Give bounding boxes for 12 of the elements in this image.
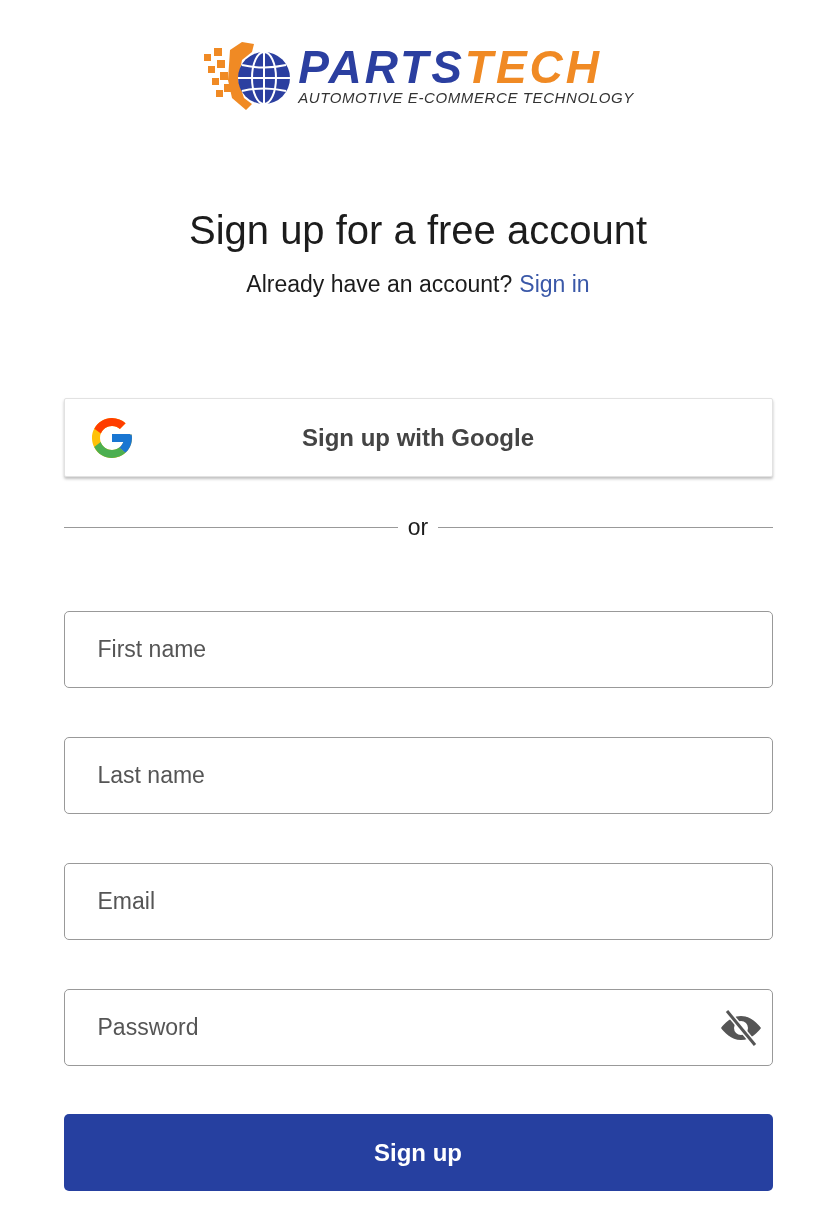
signup-button[interactable]: Sign up xyxy=(63,1114,773,1191)
divider-label: or xyxy=(407,513,429,541)
input-field[interactable]: Email xyxy=(63,863,773,940)
input-field[interactable]: First name xyxy=(63,611,773,688)
password-field[interactable]: Password xyxy=(63,989,773,1066)
page-heading: Sign up for a free account xyxy=(187,207,649,254)
globe-gear-icon xyxy=(202,40,293,112)
input-field[interactable]: Last name xyxy=(63,737,773,814)
signin-prompt: Already have an account? xyxy=(246,270,513,298)
google-signup-button[interactable]: Sign up with Google xyxy=(63,398,773,477)
eye-slash-icon[interactable] xyxy=(718,1009,763,1047)
signin-link[interactable]: Sign in xyxy=(519,270,590,298)
